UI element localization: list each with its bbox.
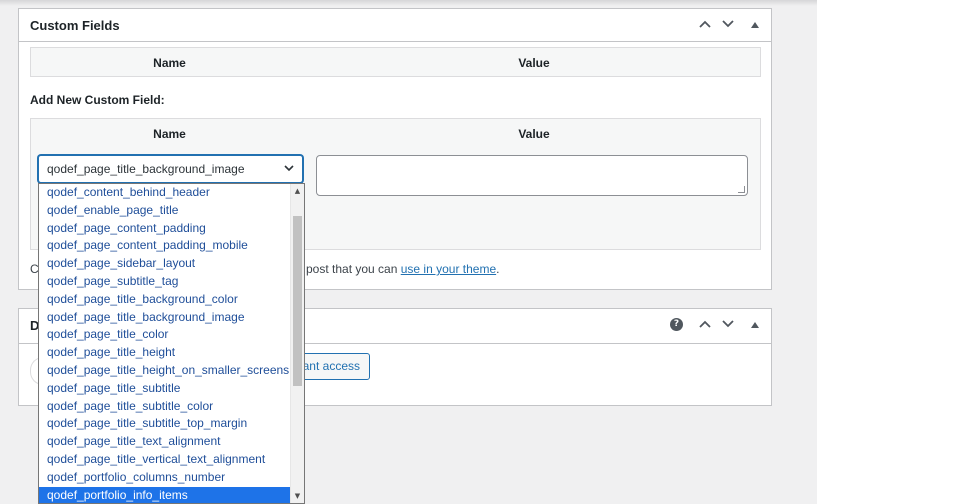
right-blank-area <box>817 0 969 504</box>
dropdown-option[interactable]: qodef_page_title_subtitle_top_margin <box>39 415 304 433</box>
dropdown-option[interactable]: qodef_content_behind_header <box>39 184 304 202</box>
dropdown-option[interactable]: qodef_page_title_color <box>39 326 304 344</box>
dropdown-option[interactable]: qodef_page_content_padding_mobile <box>39 237 304 255</box>
dropdown-option[interactable]: qodef_page_content_padding <box>39 220 304 238</box>
toggle-panel-icon[interactable] <box>744 9 766 41</box>
chevron-down-icon[interactable] <box>717 9 739 41</box>
scroll-thumb[interactable] <box>293 216 302 386</box>
chevron-down-icon[interactable] <box>717 309 739 341</box>
dropdown-option[interactable]: qodef_page_title_subtitle <box>39 380 304 398</box>
select-current-value: qodef_page_title_background_image <box>47 162 245 176</box>
use-in-theme-link[interactable]: use in your theme <box>401 262 496 276</box>
scroll-up-arrow-icon[interactable]: ▲ <box>291 184 304 198</box>
dropdown-option[interactable]: qodef_page_title_height_on_smaller_scree… <box>39 362 304 380</box>
dropdown-option[interactable]: qodef_page_title_subtitle_color <box>39 398 304 416</box>
description-period: . <box>496 262 500 276</box>
custom-fields-description: post that you can use in your theme. <box>306 262 499 276</box>
custom-fields-table-head: Name Value <box>30 47 761 77</box>
custom-field-dropdown-list[interactable]: qodef_content_behind_header qodef_enable_… <box>38 183 305 504</box>
custom-fields-title: Custom Fields <box>30 18 120 33</box>
dropdown-option[interactable]: qodef_enable_page_title <box>39 202 304 220</box>
chevron-up-icon[interactable] <box>694 9 716 41</box>
description-text: post that you can <box>306 262 401 276</box>
value-column-header: Value <box>518 56 550 70</box>
add-new-custom-field-label: Add New Custom Field: <box>30 93 165 107</box>
help-icon[interactable]: ? <box>670 318 683 331</box>
chevron-up-icon[interactable] <box>694 309 716 341</box>
value-textarea[interactable] <box>316 155 748 196</box>
new-name-column-header: Name <box>153 127 186 141</box>
custom-field-name-select[interactable]: qodef_page_title_background_image <box>38 155 303 183</box>
dropdown-option[interactable]: qodef_page_title_background_color <box>39 291 304 309</box>
dropdown-option[interactable]: qodef_page_title_background_image <box>39 309 304 327</box>
dropdown-options: qodef_content_behind_header qodef_enable_… <box>39 184 304 503</box>
dropdown-option[interactable]: qodef_page_title_height <box>39 344 304 362</box>
new-meta-head: Name Value <box>31 119 760 149</box>
dropdown-scrollbar[interactable]: ▲ ▼ <box>290 184 304 503</box>
custom-fields-header: Custom Fields <box>19 9 771 42</box>
top-shadow <box>0 0 817 6</box>
name-column-header: Name <box>153 56 186 70</box>
toggle-panel-icon[interactable] <box>744 309 766 341</box>
resize-grip-icon[interactable] <box>738 186 745 193</box>
dropdown-option[interactable]: qodef_page_title_text_alignment <box>39 433 304 451</box>
dropdown-option[interactable]: qodef_page_subtitle_tag <box>39 273 304 291</box>
dropdown-option[interactable]: qodef_portfolio_columns_number <box>39 469 304 487</box>
dropdown-option[interactable]: qodef_page_title_vertical_text_alignment <box>39 451 304 469</box>
dropdown-option[interactable]: qodef_portfolio_info_items <box>39 486 304 503</box>
scroll-down-arrow-icon[interactable]: ▼ <box>291 489 304 503</box>
new-value-column-header: Value <box>518 127 550 141</box>
dropdown-option[interactable]: qodef_page_sidebar_layout <box>39 255 304 273</box>
chevron-down-icon <box>284 156 294 182</box>
